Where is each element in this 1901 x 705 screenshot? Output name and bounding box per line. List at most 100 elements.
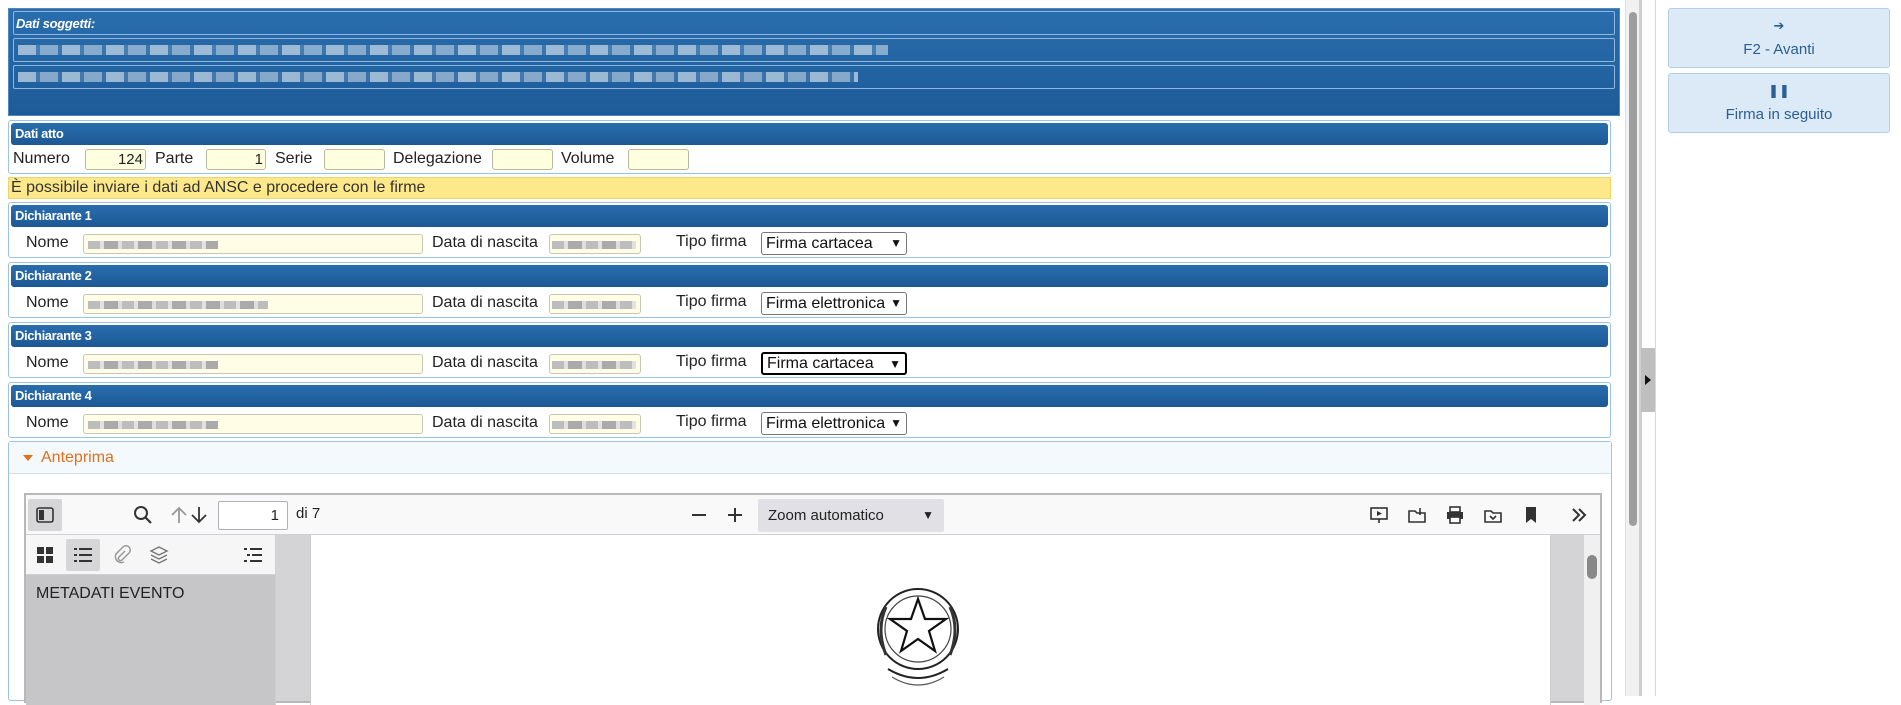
blurred-text (18, 72, 858, 82)
tipo-firma-select[interactable]: Firma cartacea ▼ (761, 232, 907, 255)
tipo-firma-select[interactable]: Firma elettronica ▼ (761, 292, 907, 315)
nome-input[interactable] (83, 354, 423, 374)
outline-view: METADATI EVENTO (26, 575, 275, 705)
serie-label: Serie (275, 150, 313, 167)
main-scrollbar[interactable] (1625, 0, 1639, 696)
download-icon[interactable] (1476, 499, 1510, 531)
dati-atto-panel: Dati atto Numero 124 Parte 1 Serie Deleg… (8, 120, 1611, 174)
parte-label: Parte (155, 150, 194, 167)
zoom-value: Zoom automatico (768, 507, 884, 524)
soggetti-row-header (13, 11, 1615, 35)
pause-icon: ❚❚ (1768, 83, 1790, 98)
numero-label: Numero (13, 150, 70, 167)
zoom-select[interactable]: Zoom automatico ▼ (758, 499, 944, 532)
nome-input[interactable] (83, 414, 423, 434)
dichiarante-3-title: Dichiarante 3 (11, 325, 1608, 347)
avanti-label: F2 - Avanti (1743, 41, 1815, 58)
print-icon[interactable] (1438, 499, 1472, 531)
nome-label: Nome (26, 354, 69, 371)
chevron-down-icon: ▼ (890, 236, 902, 250)
blurred-text (18, 45, 888, 55)
pdf-viewer: 1 di 7 Zoom automatico ▼ METADATI EVENTO (24, 493, 1602, 705)
parte-input[interactable]: 1 (206, 149, 266, 170)
sidebar-toggle-icon[interactable] (28, 499, 62, 531)
data-nascita-input[interactable] (549, 294, 641, 314)
tipo-firma-value: Firma elettronica (766, 295, 886, 312)
tipo-firma-value: Firma cartacea (767, 355, 874, 372)
caret-down-icon (23, 455, 33, 461)
dati-atto-title: Dati atto (11, 123, 1608, 145)
volume-label: Volume (561, 150, 615, 167)
attachment-icon[interactable] (104, 539, 138, 571)
nome-input[interactable] (83, 234, 423, 254)
firma-in-seguito-label: Firma in seguito (1725, 106, 1833, 123)
notice-banner: È possibile inviare i dati ad ANSC e pro… (8, 177, 1611, 199)
chevron-down-icon: ▼ (922, 508, 934, 522)
bookmark-icon[interactable] (1514, 499, 1548, 531)
tipo-firma-label: Tipo firma (676, 413, 747, 430)
arrow-down-icon[interactable] (182, 499, 216, 531)
sidebar-toolbar (26, 535, 275, 575)
firma-in-seguito-button[interactable]: ❚❚ Firma in seguito (1668, 73, 1890, 133)
serie-input[interactable] (324, 149, 385, 170)
pdf-scrollbar[interactable] (1584, 535, 1600, 705)
zoom-in-icon[interactable] (718, 499, 752, 531)
scrollbar-thumb[interactable] (1629, 12, 1637, 526)
arrow-right-icon: ➔ (1773, 18, 1785, 33)
tipo-firma-value: Firma cartacea (766, 235, 873, 252)
nome-label: Nome (26, 294, 69, 311)
chevron-down-icon: ▼ (889, 357, 901, 371)
soggetto-row-1 (13, 38, 1615, 62)
delegazione-input[interactable] (492, 149, 553, 170)
data-nascita-label: Data di nascita (432, 414, 538, 431)
collapse-handle[interactable] (1641, 348, 1655, 412)
dichiarante-1-panel: Dichiarante 1 Nome Data di nascita Tipo … (8, 202, 1611, 258)
double-chevron-right-icon[interactable] (1562, 499, 1596, 531)
page-total: di 7 (296, 505, 321, 522)
open-file-icon[interactable] (1400, 499, 1434, 531)
tipo-firma-label: Tipo firma (676, 233, 747, 250)
dichiarante-4-panel: Dichiarante 4 Nome Data di nascita Tipo … (8, 382, 1611, 438)
delegazione-label: Delegazione (393, 150, 482, 167)
outline-list-icon[interactable] (66, 539, 100, 571)
outline-item[interactable]: METADATI EVENTO (36, 585, 184, 603)
current-outline-item-icon[interactable] (236, 539, 270, 571)
tipo-firma-label: Tipo firma (676, 293, 747, 310)
search-icon[interactable] (126, 499, 160, 531)
dichiarante-2-panel: Dichiarante 2 Nome Data di nascita Tipo … (8, 262, 1611, 318)
nome-label: Nome (26, 234, 69, 251)
tipo-firma-select[interactable]: Firma cartacea ▼ (761, 352, 907, 375)
chevron-down-icon: ▼ (890, 296, 902, 310)
pdf-sidebar: METADATI EVENTO (26, 535, 276, 705)
emblem-image (877, 588, 959, 686)
nome-input[interactable] (83, 294, 423, 314)
tipo-firma-select[interactable]: Firma elettronica ▼ (761, 412, 907, 435)
numero-input[interactable]: 124 (85, 149, 146, 170)
chevron-down-icon: ▼ (890, 416, 902, 430)
tipo-firma-value: Firma elettronica (766, 415, 886, 432)
soggetto-row-2 (13, 65, 1615, 89)
layers-icon[interactable] (142, 539, 176, 571)
data-nascita-input[interactable] (549, 234, 641, 254)
dati-soggetti-panel: Dati soggetti: (8, 8, 1620, 116)
volume-input[interactable] (628, 149, 689, 170)
anteprima-header[interactable]: Anteprima (9, 442, 1611, 474)
nome-label: Nome (26, 414, 69, 431)
thumbnails-icon[interactable] (28, 539, 62, 571)
tipo-firma-label: Tipo firma (676, 353, 747, 370)
presentation-mode-icon[interactable] (1362, 499, 1396, 531)
dichiarante-3-panel: Dichiarante 3 Nome Data di nascita Tipo … (8, 322, 1611, 378)
avanti-button[interactable]: ➔ F2 - Avanti (1668, 8, 1890, 68)
dichiarante-2-title: Dichiarante 2 (11, 265, 1608, 287)
dichiarante-1-title: Dichiarante 1 (11, 205, 1608, 227)
data-nascita-input[interactable] (549, 414, 641, 434)
data-nascita-input[interactable] (549, 354, 641, 374)
data-nascita-label: Data di nascita (432, 354, 538, 371)
anteprima-title: Anteprima (41, 449, 114, 466)
data-nascita-label: Data di nascita (432, 234, 538, 251)
right-panel-divider (1655, 0, 1656, 696)
pdf-toolbar: 1 di 7 Zoom automatico ▼ (26, 495, 1600, 535)
caret-right-icon (1645, 375, 1651, 385)
zoom-out-icon[interactable] (682, 499, 716, 531)
page-number-input[interactable]: 1 (218, 501, 288, 530)
